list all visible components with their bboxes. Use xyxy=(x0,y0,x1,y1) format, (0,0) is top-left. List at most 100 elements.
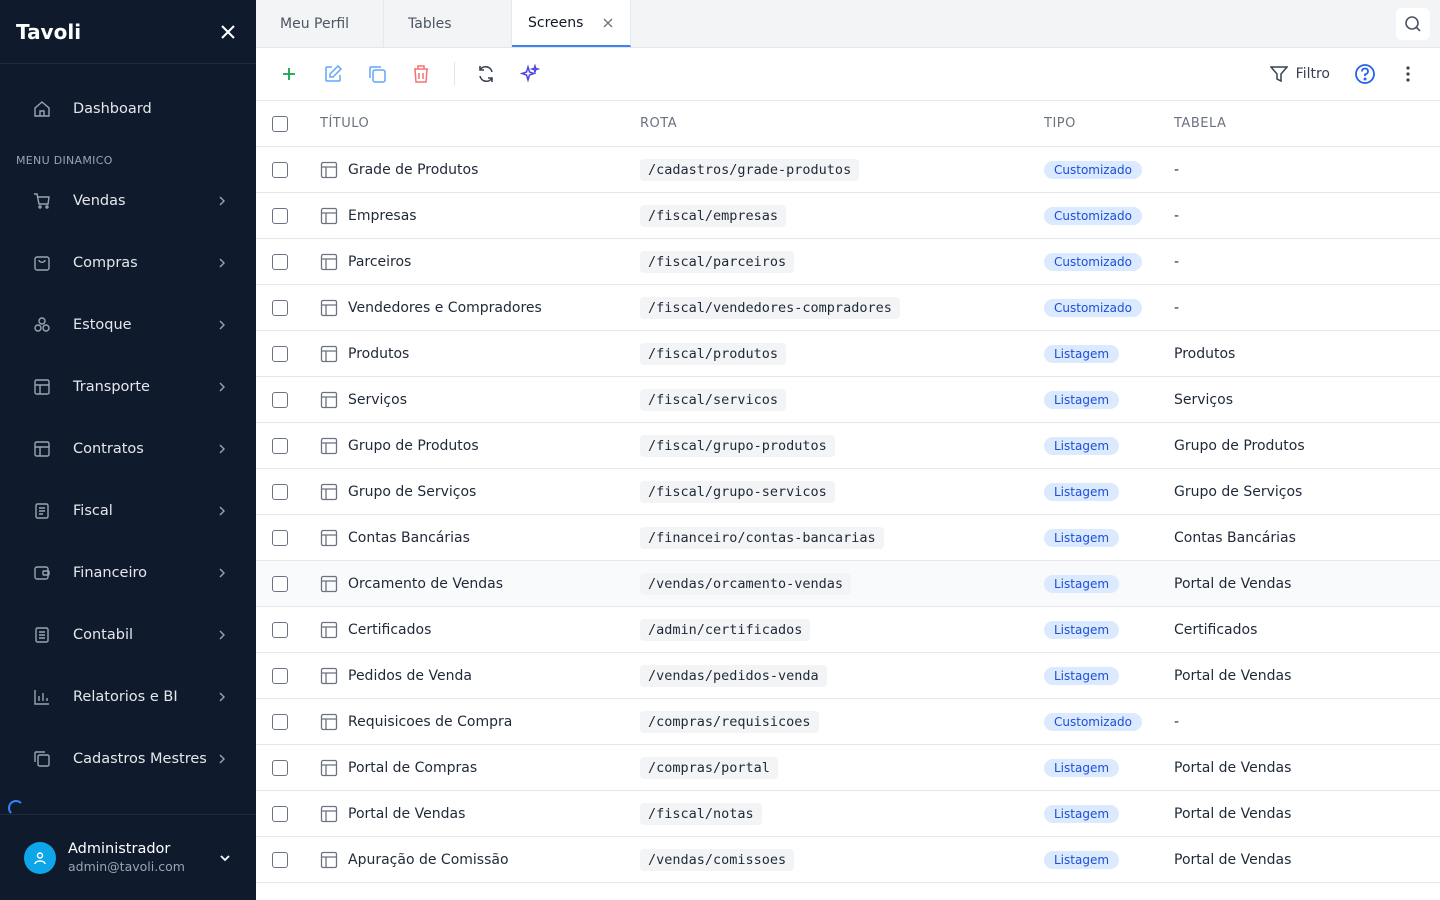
table-row[interactable]: Orcamento de Vendas/vendas/orcamento-ven… xyxy=(256,561,1440,607)
chevron-right-icon xyxy=(219,382,225,392)
row-checkbox[interactable] xyxy=(272,805,288,822)
row-checkbox[interactable] xyxy=(272,621,288,638)
more-options-button[interactable] xyxy=(1398,64,1418,84)
row-table-name: - xyxy=(1174,161,1180,178)
tab-meu-perfil[interactable]: Meu Perfil xyxy=(256,0,384,47)
table-row[interactable]: Portal de Compras/compras/portal Listagem… xyxy=(256,745,1440,791)
row-route: /vendas/orcamento-vendas xyxy=(640,572,852,595)
table-row[interactable]: Portal de Vendas/fiscal/notas Listagem Por… xyxy=(256,791,1440,837)
chevron-right-icon xyxy=(219,692,225,702)
column-header-titulo[interactable]: TÍTULO xyxy=(320,116,640,131)
table-icon xyxy=(320,299,338,317)
user-email: admin@tavoli.com xyxy=(68,859,185,874)
row-checkbox[interactable] xyxy=(272,759,288,776)
edit-button[interactable] xyxy=(322,63,344,85)
table-row[interactable]: Parceiros/fiscal/parceiros Customizado - xyxy=(256,239,1440,285)
duplicate-button[interactable] xyxy=(366,63,388,85)
tab-tables[interactable]: Tables xyxy=(384,0,512,47)
row-checkbox[interactable] xyxy=(272,667,288,684)
row-title: Requisicoes de Compra xyxy=(348,713,513,730)
sidebar-item-estoque[interactable]: Estoque xyxy=(0,294,256,356)
table-row[interactable]: Empresas/fiscal/empresas Customizado - xyxy=(256,193,1440,239)
sidebar-item-dashboard[interactable]: Dashboard xyxy=(0,64,256,154)
tab-label: Screens xyxy=(528,14,584,31)
row-checkbox[interactable] xyxy=(272,713,288,730)
table-row[interactable]: Pedidos de Venda/vendas/pedidos-venda Lis… xyxy=(256,653,1440,699)
table-row[interactable]: Certificados/admin/certificados Listagem C… xyxy=(256,607,1440,653)
row-checkbox[interactable] xyxy=(272,299,288,316)
row-table-name: Certificados xyxy=(1174,621,1258,638)
table-row[interactable]: Contas Bancárias/financeiro/contas-banca… xyxy=(256,515,1440,561)
ai-sparkle-button[interactable] xyxy=(519,63,541,85)
sidebar: Tavoli Dashboard MENU DINAMICO Vendas Co… xyxy=(0,0,256,900)
close-sidebar-button[interactable] xyxy=(216,20,240,44)
table-row[interactable]: Grade de Produtos/cadastros/grade-produt… xyxy=(256,147,1440,193)
row-checkbox[interactable] xyxy=(272,483,288,500)
sidebar-item-compras[interactable]: Compras xyxy=(0,232,256,294)
type-badge: Listagem xyxy=(1044,436,1120,455)
sidebar-item-cadastros-mestres[interactable]: Cadastros Mestres xyxy=(0,728,256,790)
row-checkbox[interactable] xyxy=(272,253,288,270)
tab-close-button[interactable] xyxy=(602,17,614,29)
row-checkbox[interactable] xyxy=(272,207,288,224)
sidebar-item-financeiro[interactable]: Financeiro xyxy=(0,542,256,604)
user-info: Administrador admin@tavoli.com xyxy=(68,841,218,874)
sidebar-item-contabil[interactable]: Contabil xyxy=(0,604,256,666)
section-label: MENU DINAMICO xyxy=(16,154,113,167)
type-badge: Listagem xyxy=(1044,574,1120,593)
row-checkbox[interactable] xyxy=(272,851,288,868)
user-menu[interactable]: Administrador admin@tavoli.com xyxy=(0,814,256,900)
filter-button[interactable]: Filtro xyxy=(1269,65,1330,83)
table-row[interactable]: Serviços/fiscal/servicos Listagem Serviços xyxy=(256,377,1440,423)
table-icon xyxy=(320,345,338,363)
tab-label: Meu Perfil xyxy=(280,15,350,32)
row-checkbox[interactable] xyxy=(272,437,288,454)
sidebar-item-contratos[interactable]: Contratos xyxy=(0,418,256,480)
row-route: /vendas/pedidos-venda xyxy=(640,664,827,687)
table-row[interactable]: Grupo de Produtos/fiscal/grupo-produtos L… xyxy=(256,423,1440,469)
row-title: Empresas xyxy=(348,207,417,224)
copy-icon xyxy=(369,66,386,83)
row-title: Vendedores e Compradores xyxy=(348,299,542,316)
table-row[interactable]: Requisicoes de Compra/compras/requisicoe… xyxy=(256,699,1440,745)
row-checkbox[interactable] xyxy=(272,575,288,592)
row-checkbox[interactable] xyxy=(272,345,288,362)
chevron-down-icon[interactable] xyxy=(218,851,232,865)
row-checkbox[interactable] xyxy=(272,391,288,408)
refresh-button[interactable] xyxy=(475,63,497,85)
row-checkbox[interactable] xyxy=(272,161,288,178)
column-header-tabela[interactable]: TABELA xyxy=(1174,116,1440,131)
toolbar: Filtro xyxy=(256,48,1440,101)
add-button[interactable] xyxy=(278,63,300,85)
select-all-checkbox[interactable] xyxy=(272,115,288,132)
document-icon xyxy=(32,501,52,521)
table-row[interactable]: Vendedores e Compradores/fiscal/vendedor… xyxy=(256,285,1440,331)
row-route: /fiscal/vendedores-compradores xyxy=(640,296,900,319)
row-route: /vendas/comissoes xyxy=(640,848,795,871)
chevron-right-icon xyxy=(219,258,225,268)
type-badge: Listagem xyxy=(1044,850,1120,869)
column-header-rota[interactable]: ROTA xyxy=(640,116,1044,131)
table-row[interactable]: Grupo de Serviços/fiscal/grupo-servicos L… xyxy=(256,469,1440,515)
sidebar-item-label: Vendas xyxy=(73,193,126,209)
more-vertical-icon xyxy=(1406,66,1410,82)
row-checkbox[interactable] xyxy=(272,529,288,546)
help-button[interactable] xyxy=(1354,63,1376,85)
table-row[interactable]: Produtos/fiscal/produtos Listagem Produtos xyxy=(256,331,1440,377)
tab-screens[interactable]: Screens xyxy=(512,0,631,47)
search-button[interactable] xyxy=(1396,8,1430,40)
table-row[interactable]: Apuração de Comissão/vendas/comissoes Lis… xyxy=(256,837,1440,883)
sidebar-item-vendas[interactable]: Vendas xyxy=(0,170,256,232)
table-icon xyxy=(320,805,338,823)
sidebar-item-label: Estoque xyxy=(73,317,132,333)
column-header-tipo[interactable]: TIPO xyxy=(1044,116,1174,131)
sidebar-item-fiscal[interactable]: Fiscal xyxy=(0,480,256,542)
type-badge: Listagem xyxy=(1044,344,1120,363)
sidebar-item-transporte[interactable]: Transporte xyxy=(0,356,256,418)
sidebar-item-relatorios[interactable]: Relatorios e BI xyxy=(0,666,256,728)
delete-button[interactable] xyxy=(410,63,432,85)
chevron-right-icon xyxy=(219,506,225,516)
type-badge: Customizado xyxy=(1044,298,1142,317)
table-icon xyxy=(320,621,338,639)
sidebar-item-label: Transporte xyxy=(73,379,150,395)
